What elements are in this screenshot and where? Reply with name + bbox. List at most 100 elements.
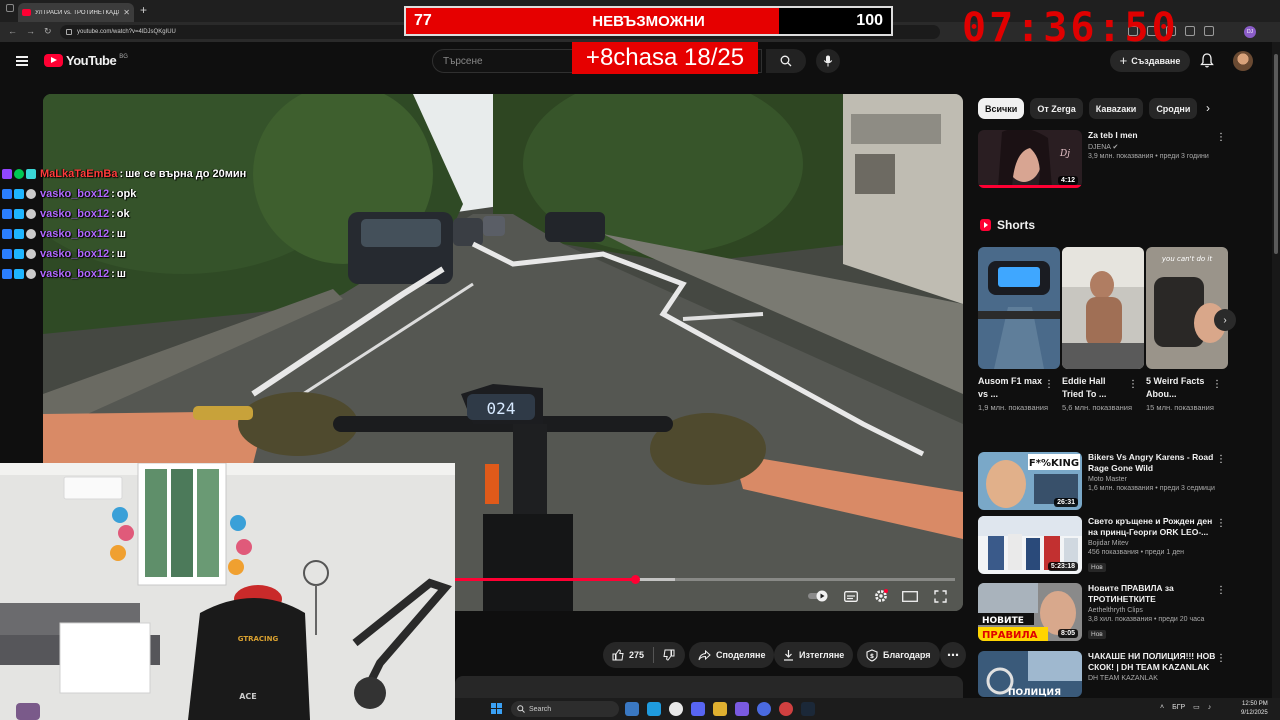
download-button[interactable]: Изтегляне — [774, 642, 854, 668]
scrollbar-thumb[interactable] — [1274, 54, 1278, 254]
reload-icon[interactable]: ↻ — [44, 26, 52, 37]
gift-badge-icon — [14, 229, 24, 239]
progress-scrubber[interactable] — [631, 575, 640, 584]
new-tab-button[interactable]: + — [140, 3, 147, 17]
chat-message: vasko_box12 : opk — [2, 184, 246, 204]
back-icon[interactable]: ← — [8, 26, 17, 36]
chip-from-channel[interactable]: От Zerga — [1030, 98, 1083, 119]
video-menu-icon[interactable]: ⋮ — [1216, 132, 1226, 143]
video-thumbnail[interactable]: НОВИТЕ ПРАВИЛА 8:05 — [978, 583, 1082, 641]
volume-icon[interactable]: ♪ — [1208, 704, 1212, 711]
voice-search-button[interactable] — [816, 49, 840, 73]
autoplay-toggle[interactable] — [808, 588, 830, 604]
app-icon[interactable] — [735, 702, 749, 716]
dislike-icon[interactable] — [663, 649, 675, 661]
shorts-next-button[interactable]: › — [1214, 309, 1236, 331]
short-title[interactable]: Ausom F1 max vs ... — [978, 375, 1044, 401]
recommended-video[interactable]: НОВИТЕ ПРАВИЛА 8:05 Новите ПРАВИЛА за ТРО… — [978, 583, 1230, 645]
edge-icon[interactable] — [647, 702, 661, 716]
gift-badge-icon — [14, 189, 24, 199]
thanks-button[interactable]: $ Благодаря — [857, 642, 940, 668]
short-thumbnail[interactable] — [978, 247, 1060, 369]
subtitles-button[interactable] — [840, 588, 862, 604]
recommended-video[interactable]: ПОЛИЦИЯ ЧАКАШЕ НИ ПОЛИЦИЯ!!! НОВ СКОК! |… — [978, 651, 1230, 697]
forward-icon[interactable]: → — [26, 26, 35, 36]
page-scrollbar[interactable] — [1272, 42, 1280, 698]
sidepanel-icon[interactable] — [1204, 26, 1214, 36]
short-title[interactable]: 5 Weird Facts Abou... — [1146, 375, 1212, 401]
tray-chevron-icon[interactable]: ˄ — [1160, 704, 1164, 711]
like-icon[interactable] — [612, 649, 624, 661]
browser-profile-icon[interactable]: DJ — [1244, 26, 1256, 38]
video-menu-icon[interactable]: ⋮ — [1216, 585, 1226, 596]
fullscreen-button[interactable] — [929, 588, 951, 604]
theater-mode-button[interactable] — [899, 588, 921, 604]
recommended-video[interactable]: 5:23:18 Свето кръщене и Рожден ден на пр… — [978, 516, 1230, 578]
chevron-right-icon[interactable]: › — [1206, 101, 1210, 115]
search-button[interactable] — [766, 49, 806, 73]
recording-app-icon[interactable] — [779, 702, 793, 716]
video-title[interactable]: Bikers Vs Angry Karens - Road Rage Gone … — [1088, 452, 1218, 474]
browser-tab[interactable]: УЛТРАСИ vs. ТРОТИНЕТКАДЖ ✕ — [18, 3, 134, 22]
channel-name[interactable]: DJENA ✔ — [1088, 143, 1218, 151]
chip-kawasaki[interactable]: Каваzаки — [1088, 98, 1144, 119]
windows-start-icon[interactable] — [491, 703, 502, 714]
description-box[interactable] — [455, 676, 963, 698]
channel-name[interactable]: Bojidar Mitev — [1088, 540, 1218, 547]
recommended-video[interactable]: Dj 4:12 Za teb I men DJENA ✔ 3,9 млн. по… — [978, 130, 1230, 190]
video-thumbnail[interactable]: F*%KING 26:31 — [978, 452, 1082, 510]
channel-name[interactable]: Moto Master — [1088, 476, 1218, 483]
more-actions-button[interactable]: ⋯ — [940, 642, 966, 668]
extensions-puzzle-icon[interactable] — [1185, 26, 1195, 36]
chip-all[interactable]: Всички — [978, 98, 1025, 119]
short-menu-icon[interactable]: ⋮ — [1044, 379, 1054, 390]
network-icon[interactable]: ▭ — [1193, 703, 1200, 711]
task-view-icon[interactable] — [625, 702, 639, 716]
video-title[interactable]: Za teb I men — [1088, 130, 1218, 141]
short-menu-icon[interactable]: ⋮ — [1212, 379, 1222, 390]
short-thumbnail[interactable] — [1062, 247, 1144, 369]
close-tab-icon[interactable]: ✕ — [123, 8, 130, 17]
account-avatar[interactable] — [1233, 51, 1253, 71]
chat-overlay: MaLkaTaEmBa : ше се върна до 20мин vasko… — [2, 164, 246, 284]
video-duration: 5:23:18 — [1047, 562, 1078, 571]
language-indicator[interactable]: БГР — [1172, 704, 1185, 711]
short-item[interactable]: you can't do it 5 Weird Facts Abou... 15… — [1146, 247, 1228, 413]
channel-name[interactable]: DH TEAM KAZANLAK — [1088, 675, 1218, 682]
like-count[interactable]: 275 — [629, 650, 644, 660]
short-thumbnail[interactable]: you can't do it — [1146, 247, 1228, 369]
obs-icon[interactable] — [757, 702, 771, 716]
site-info-icon[interactable] — [66, 29, 72, 35]
video-progress-bar[interactable] — [455, 575, 955, 584]
taskbar-search[interactable]: Search — [511, 701, 619, 717]
taskbar-clock[interactable]: 12:50 PM 9/12/2025 — [1241, 700, 1268, 718]
video-thumbnail[interactable]: 5:23:18 — [978, 516, 1082, 574]
notifications-bell-icon[interactable] — [1200, 53, 1214, 68]
video-thumbnail[interactable]: ПОЛИЦИЯ — [978, 651, 1082, 697]
recommended-video[interactable]: F*%KING 26:31 Bikers Vs Angry Karens - R… — [978, 452, 1230, 512]
youtube-logo[interactable]: YouTube BG — [44, 53, 128, 68]
video-title[interactable]: Новите ПРАВИЛА за ТРОТИНЕТКИТЕ — [1088, 583, 1218, 605]
chrome-icon[interactable] — [669, 702, 683, 716]
share-button[interactable]: Споделяне — [689, 642, 775, 668]
video-menu-icon[interactable]: ⋮ — [1216, 454, 1226, 465]
short-item[interactable]: Ausom F1 max vs ... 1,9 млн. показвания … — [978, 247, 1060, 413]
gift-badge-icon — [14, 249, 24, 259]
short-item[interactable]: Eddie Hall Tried To ... 5,6 млн. показва… — [1062, 247, 1144, 413]
discord-icon[interactable] — [691, 702, 705, 716]
tab-actions-icon[interactable] — [6, 4, 14, 12]
video-title[interactable]: ЧАКАШЕ НИ ПОЛИЦИЯ!!! НОВ СКОК! | DH TEAM… — [1088, 651, 1218, 673]
short-menu-icon[interactable]: ⋮ — [1128, 379, 1138, 390]
video-menu-icon[interactable]: ⋮ — [1216, 653, 1226, 664]
menu-icon[interactable] — [16, 56, 28, 66]
chip-related[interactable]: Сродни — [1149, 98, 1198, 119]
video-title[interactable]: Свето кръщене и Рожден ден на принц-Геор… — [1088, 516, 1218, 538]
file-explorer-icon[interactable] — [713, 702, 727, 716]
create-button[interactable]: + Създаване — [1110, 50, 1190, 72]
short-title[interactable]: Eddie Hall Tried To ... — [1062, 375, 1128, 401]
video-thumbnail[interactable]: Dj 4:12 — [978, 130, 1082, 188]
settings-button[interactable] — [870, 588, 892, 604]
video-menu-icon[interactable]: ⋮ — [1216, 518, 1226, 529]
steam-icon[interactable] — [801, 702, 815, 716]
channel-name[interactable]: Aethelthryth Clips — [1088, 607, 1218, 614]
